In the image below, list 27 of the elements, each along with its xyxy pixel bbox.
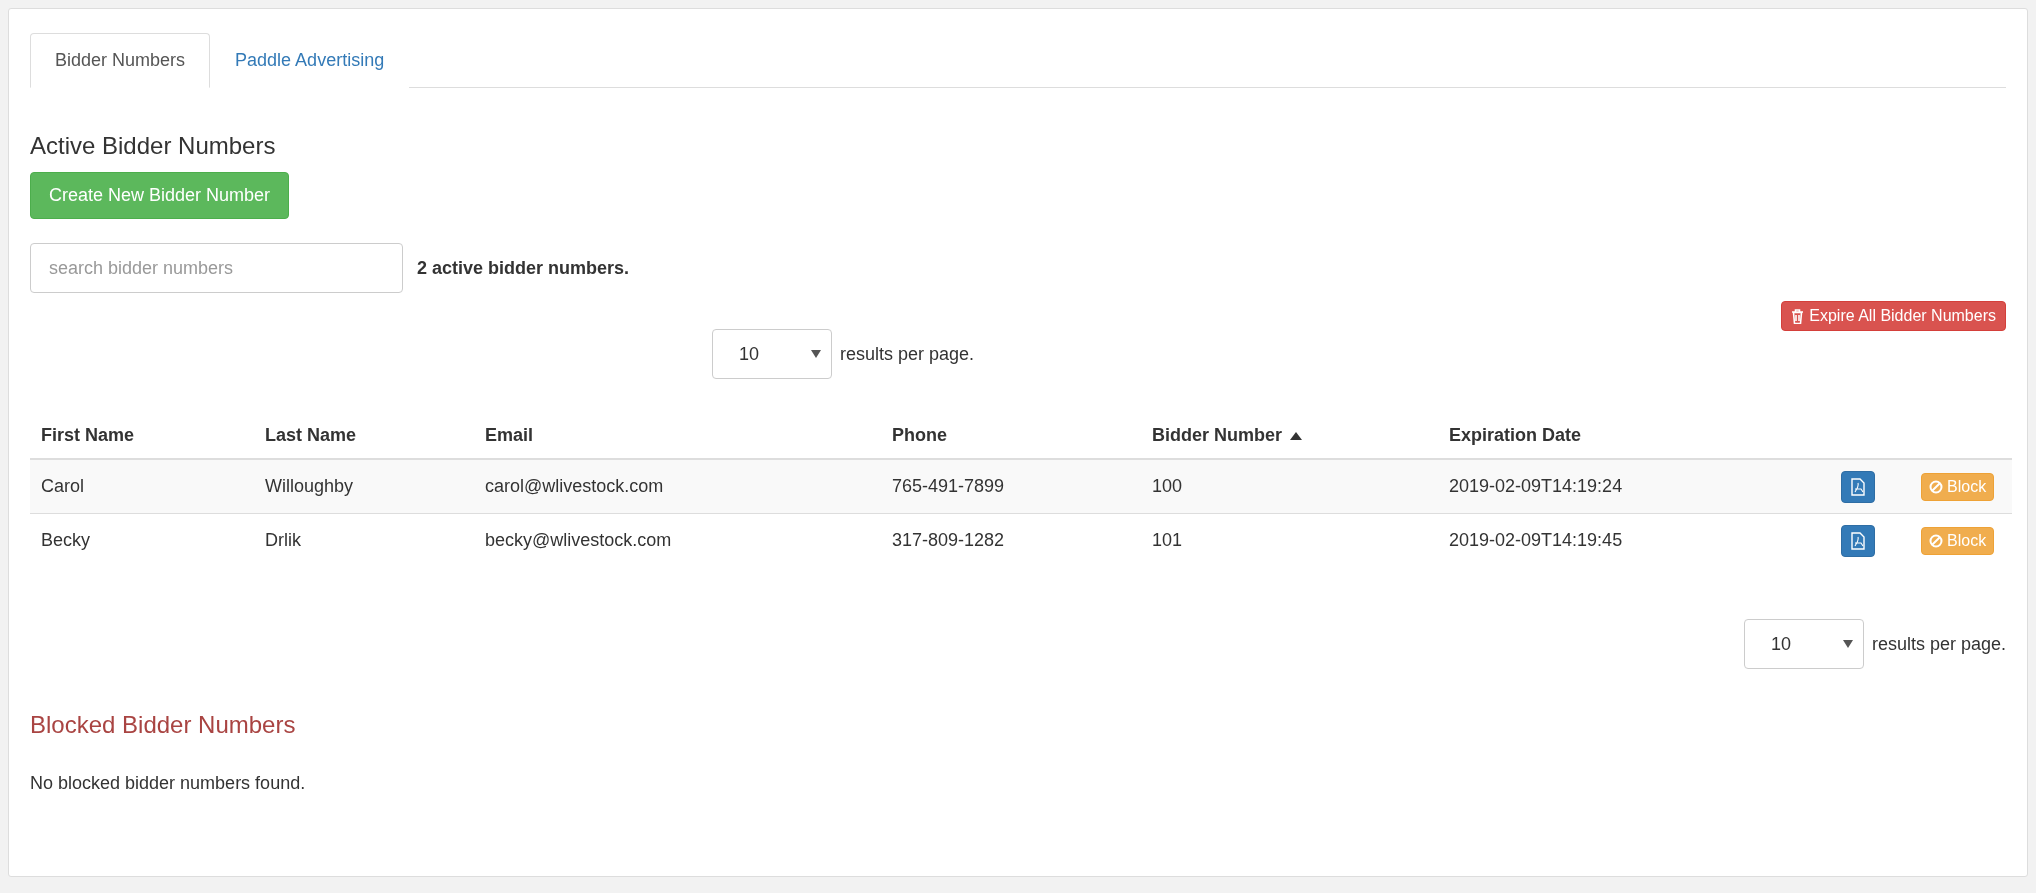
ban-icon xyxy=(1929,533,1943,548)
section-heading: Active Bidder Numbers xyxy=(30,132,277,160)
count-text: 2 active bidder numbers. xyxy=(417,257,630,279)
ban-icon xyxy=(1929,479,1943,494)
sort-icon xyxy=(1290,432,1303,441)
table-cell: Carol xyxy=(30,459,254,514)
pdf-file-icon xyxy=(1851,477,1865,496)
pdf-button[interactable] xyxy=(1841,470,1875,503)
table-cell: 100 xyxy=(1141,459,1438,514)
empty-message: No blocked bidder numbers found. xyxy=(30,773,307,794)
table-cell: Willoughby xyxy=(254,459,474,514)
per-page-select[interactable]: 10 xyxy=(712,329,832,379)
caret-icon xyxy=(1842,640,1853,648)
per-page-label: results per page. xyxy=(840,343,975,365)
table-cell: carol@wlivestock.com xyxy=(474,459,881,514)
table-cell: 2019-02-09T14:19:24 xyxy=(1438,459,1830,514)
table-cell: 765-491-7899 xyxy=(881,459,1141,514)
pdf-file-icon xyxy=(1851,531,1865,550)
pdf-button[interactable] xyxy=(1841,524,1875,557)
trash-icon xyxy=(1791,308,1805,324)
per-page-label: results per page. xyxy=(1871,633,2006,655)
tab[interactable]: Bidder Numbers xyxy=(30,33,211,88)
expire-all-button[interactable]: Expire All Bidder Numbers xyxy=(1781,301,2006,331)
per-page-select[interactable]: 10 xyxy=(1743,619,1864,669)
section-heading: Blocked Bidder Numbers xyxy=(30,711,297,739)
caret-icon xyxy=(811,350,821,358)
search-field[interactable]: search bidder numbers xyxy=(30,243,403,293)
